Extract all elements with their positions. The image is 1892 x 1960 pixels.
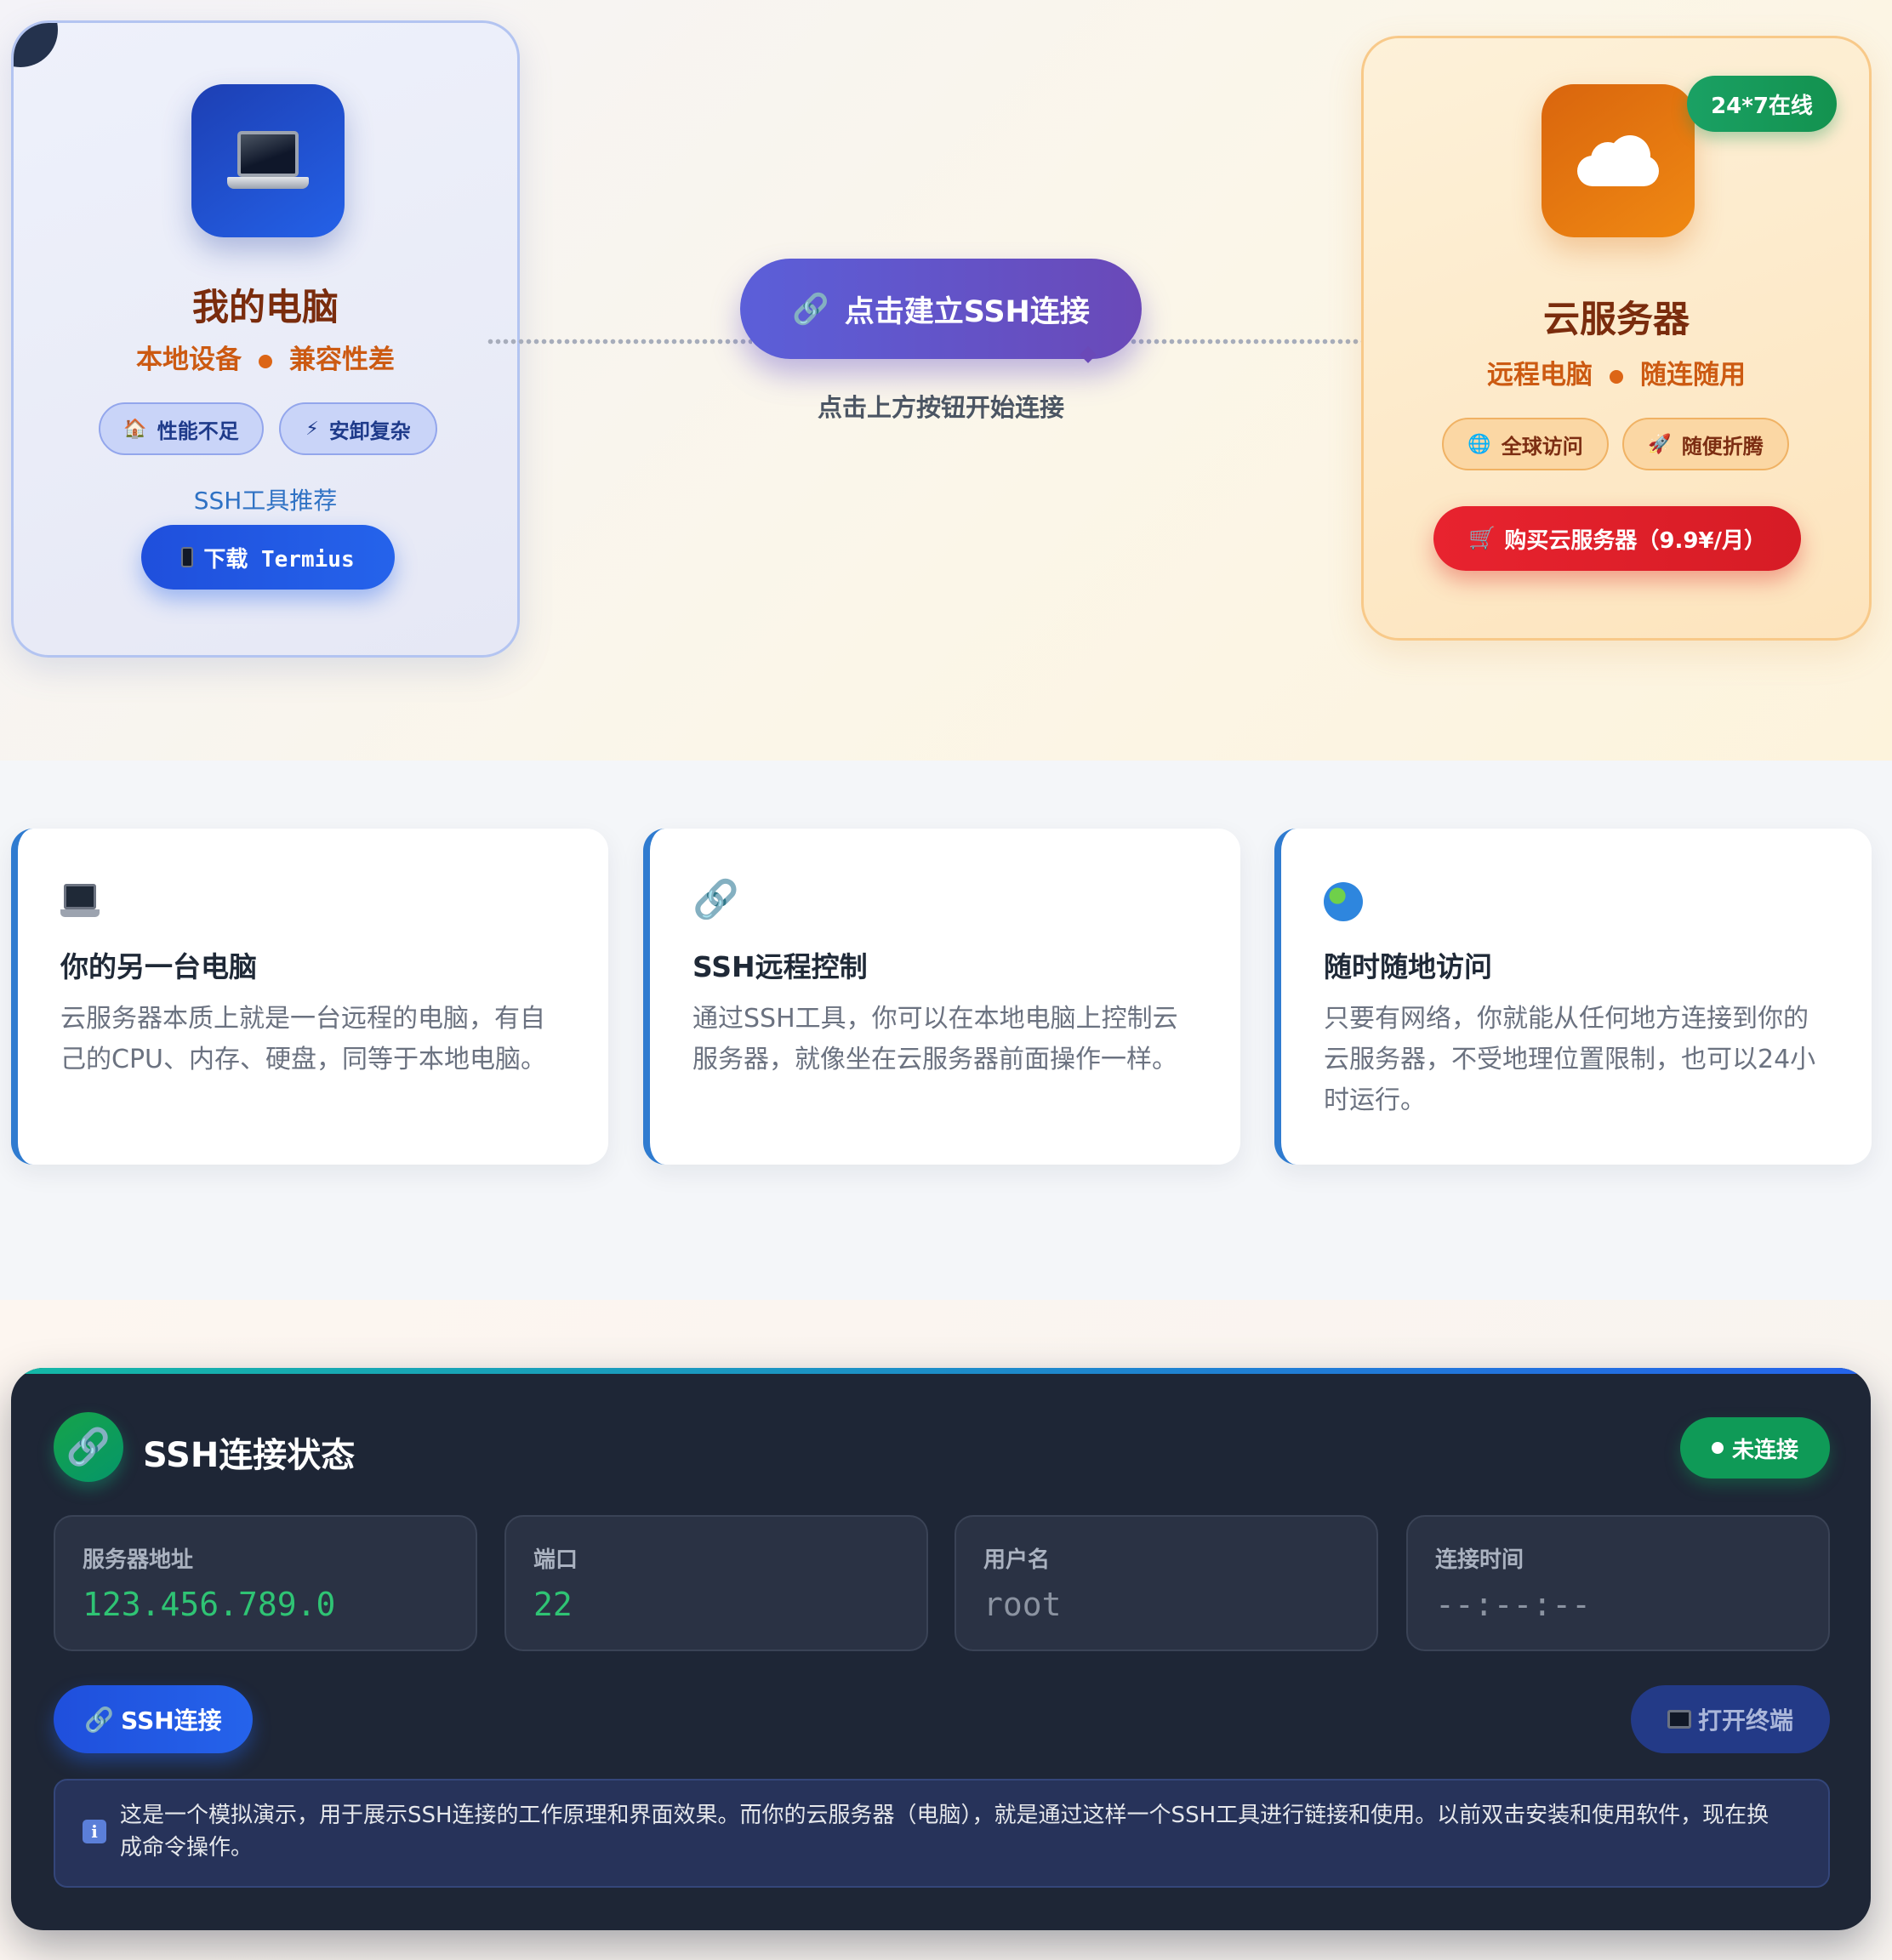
connect-hint: 点击上方按钮开始连接 <box>817 393 1064 422</box>
feature-description: 只要有网络，你就能从任何地方连接到你的云服务器，不受地理位置限制，也可以24小时… <box>1324 1004 1816 1115</box>
separator-dot <box>259 354 272 368</box>
info-icon: i <box>83 1820 106 1843</box>
terminal-icon <box>1667 1710 1691 1729</box>
separator-dot <box>1610 369 1623 384</box>
field-label: 服务器地址 <box>83 1547 194 1573</box>
download-termius-button[interactable]: 下载 Termius <box>141 525 395 590</box>
tag-performance: 🏠 性能不足 <box>99 402 264 455</box>
ssh-tool-label: SSH工具推荐 <box>193 487 338 515</box>
status-label: 未连接 <box>1731 1437 1798 1463</box>
local-sub-left: 本地设备 <box>136 345 242 375</box>
link-icon: 🔗 <box>792 292 829 327</box>
ssh-connect-button[interactable]: 🔗 SSH连接 <box>54 1685 253 1753</box>
cloud-sub-left: 远程电脑 <box>1487 360 1593 390</box>
feature-title: 你的另一台电脑 <box>60 950 257 983</box>
connection-line-right <box>1130 339 1395 345</box>
port-field: 端口 22 <box>504 1515 928 1651</box>
online-badge: 24*7在线 <box>1687 76 1837 132</box>
link-icon: 🔗 <box>54 1412 123 1482</box>
corner-decoration <box>14 23 58 67</box>
house-icon: 🏠 <box>123 418 147 440</box>
server-address-field: 服务器地址 123.456.789.0 <box>54 1515 477 1651</box>
username-field: 用户名 root <box>955 1515 1378 1651</box>
cloud-icon <box>1542 84 1695 237</box>
cloud-server-card: 24*7在线 云服务器 远程电脑 随连随用 🌐 全球访问 🚀 随便折腾 🛒 购买云… <box>1361 36 1872 641</box>
globe-icon <box>1324 875 1829 926</box>
demo-notice-text: 这是一个模拟演示，用于展示SSH连接的工作原理和界面效果。而你的云服务器（电脑）… <box>120 1803 1769 1860</box>
open-terminal-button[interactable]: 打开终端 <box>1631 1685 1830 1753</box>
lightning-icon: ⚡ <box>305 418 319 440</box>
local-sub-right: 兼容性差 <box>289 345 395 375</box>
panel-accent-bar <box>11 1368 1871 1374</box>
laptop-icon <box>191 84 345 237</box>
tag-global-access-label: 全球访问 <box>1501 434 1583 459</box>
field-value: --:--:-- <box>1435 1586 1592 1623</box>
hero-section: 我的电脑 本地设备 兼容性差 🏠 性能不足 ⚡ 安卸复杂 SSH工具推荐 下载 T… <box>0 0 1892 761</box>
feature-card-ssh-control: 🔗 SSH远程控制 通过SSH工具，你可以在本地电脑上控制云服务器，就像坐在云服… <box>643 829 1240 1165</box>
tag-install: ⚡ 安卸复杂 <box>279 402 437 455</box>
link-icon: 🔗 <box>84 1705 115 1734</box>
local-card-subtitle: 本地设备 兼容性差 <box>14 338 517 376</box>
button-tail <box>1080 346 1097 363</box>
feature-title: SSH远程控制 <box>692 950 868 983</box>
connection-line-left <box>487 339 752 345</box>
link-icon: 🔗 <box>692 878 739 921</box>
laptop-icon <box>60 875 566 926</box>
field-value: root <box>983 1586 1062 1623</box>
local-card-title: 我的电脑 <box>192 287 339 329</box>
cloud-sub-right: 随连随用 <box>1640 360 1746 390</box>
field-value: 123.456.789.0 <box>83 1586 336 1623</box>
tag-install-label: 安卸复杂 <box>328 419 411 443</box>
field-label: 连接时间 <box>1435 1547 1524 1573</box>
download-termius-label: 下载 Termius <box>203 546 355 573</box>
demo-notice: i 这是一个模拟演示，用于展示SSH连接的工作原理和界面效果。而你的云服务器（电… <box>54 1779 1830 1888</box>
feature-title: 随时随地访问 <box>1324 950 1492 983</box>
feature-card-anywhere-access: 随时随地访问 只要有网络，你就能从任何地方连接到你的云服务器，不受地理位置限制，… <box>1274 829 1872 1165</box>
buy-cloud-server-button[interactable]: 🛒 购买云服务器（9.9¥/月） <box>1433 506 1801 571</box>
tag-tinker: 🚀 随便折腾 <box>1622 418 1789 470</box>
panel-title: SSH连接状态 <box>143 1436 356 1475</box>
tag-global-access: 🌐 全球访问 <box>1442 418 1609 470</box>
open-terminal-label: 打开终端 <box>1697 1706 1793 1735</box>
feature-card-another-computer: 你的另一台电脑 云服务器本质上就是一台远程的电脑，有自己的CPU、内存、硬盘，同… <box>11 829 608 1165</box>
ssh-connect-label: SSH连接 <box>121 1706 222 1735</box>
establish-ssh-button[interactable]: 🔗 点击建立SSH连接 <box>740 259 1142 363</box>
tag-performance-label: 性能不足 <box>157 419 239 443</box>
globe-icon: 🌐 <box>1467 433 1491 455</box>
field-value: 22 <box>533 1586 573 1623</box>
buy-cloud-server-label: 购买云服务器（9.9¥/月） <box>1504 527 1767 554</box>
establish-ssh-label: 点击建立SSH连接 <box>844 294 1090 329</box>
local-computer-card: 我的电脑 本地设备 兼容性差 🏠 性能不足 ⚡ 安卸复杂 SSH工具推荐 下载 T… <box>11 20 520 658</box>
connect-time-field: 连接时间 --:--:-- <box>1406 1515 1830 1651</box>
phone-icon <box>181 547 194 567</box>
field-label: 用户名 <box>983 1547 1051 1573</box>
status-dot <box>1711 1442 1724 1454</box>
feature-description: 云服务器本质上就是一台远程的电脑，有自己的CPU、内存、硬盘，同等于本地电脑。 <box>60 1004 546 1074</box>
status-badge: 未连接 <box>1680 1417 1830 1479</box>
tag-tinker-label: 随便折腾 <box>1681 434 1764 459</box>
cloud-card-title: 云服务器 <box>1543 299 1690 341</box>
feature-description: 通过SSH工具，你可以在本地电脑上控制云服务器，就像坐在云服务器前面操作一样。 <box>692 1004 1178 1074</box>
cloud-card-subtitle: 远程电脑 随连随用 <box>1364 353 1869 391</box>
rocket-icon: 🚀 <box>1648 433 1672 455</box>
field-label: 端口 <box>533 1547 578 1573</box>
ssh-status-panel: 🔗 SSH连接状态 未连接 服务器地址 123.456.789.0 端口 22 … <box>11 1368 1871 1930</box>
cart-icon: 🛒 <box>1467 526 1496 551</box>
